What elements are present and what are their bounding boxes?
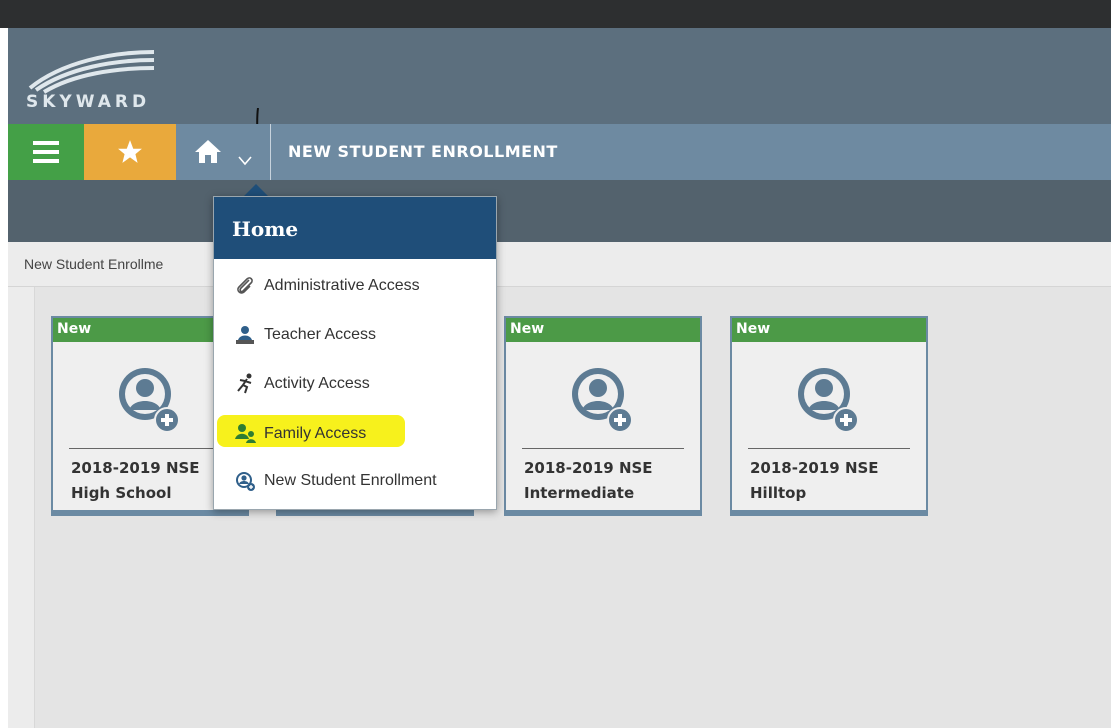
nav-bar: NEW STUDENT ENROLLMENT <box>8 124 1111 180</box>
tile-divider <box>748 448 910 449</box>
new-badge: New <box>506 318 700 342</box>
menu-item-label: Activity Access <box>264 375 370 392</box>
menu-item-family-access[interactable]: Family Access <box>234 417 366 451</box>
home-menu-button[interactable] <box>176 124 271 180</box>
left-edge <box>0 28 8 728</box>
tile-hilltop[interactable]: New 2018-2019 NSE Hilltop <box>730 316 928 516</box>
breadcrumb-bar: New Student Enrollme <box>8 242 1111 287</box>
paperclip-icon <box>234 275 264 297</box>
user-add-icon <box>572 368 633 433</box>
menu-item-teacher-access[interactable]: Teacher Access <box>234 318 376 352</box>
sub-header-bar <box>8 180 1111 242</box>
hamburger-icon <box>33 141 59 163</box>
menu-button[interactable] <box>8 124 84 180</box>
star-icon <box>118 140 142 163</box>
page-title: NEW STUDENT ENROLLMENT <box>288 142 558 161</box>
logo-text: SKYWARD <box>26 92 151 112</box>
chevron-down-icon <box>238 156 252 166</box>
app-header: SKYWARD <box>8 28 1111 156</box>
tile-label: 2018-2019 NSE High School <box>71 459 200 502</box>
favorites-button[interactable] <box>84 124 176 180</box>
window-top-strip <box>0 0 1111 28</box>
content-left-gutter <box>8 287 35 728</box>
tile-label: 2018-2019 NSE Hilltop <box>750 459 879 502</box>
home-icon <box>195 140 221 163</box>
breadcrumb[interactable]: New Student Enrollme <box>24 256 163 272</box>
skyward-swoosh-icon <box>28 50 155 94</box>
teacher-icon <box>234 324 264 346</box>
menu-item-new-student-enrollment[interactable]: New Student Enrollment <box>234 464 437 498</box>
menu-item-label: Administrative Access <box>264 277 420 294</box>
enrollment-icon <box>234 470 264 492</box>
tile-intermediate[interactable]: New 2018-2019 NSE Intermediate <box>504 316 702 516</box>
tile-label: 2018-2019 NSE Intermediate <box>524 459 653 502</box>
dropdown-header: Home <box>214 197 496 259</box>
user-add-icon <box>798 368 859 433</box>
tile-divider <box>69 448 231 449</box>
menu-item-label: Family Access <box>264 425 367 442</box>
user-add-icon <box>119 368 180 433</box>
menu-item-activity-access[interactable]: Activity Access <box>234 367 370 401</box>
tile-divider <box>522 448 684 449</box>
menu-item-administrative-access[interactable]: Administrative Access <box>234 269 420 303</box>
family-icon <box>234 423 264 445</box>
menu-item-label: New Student Enrollment <box>264 472 437 489</box>
runner-icon <box>234 373 264 395</box>
home-dropdown: Home Administrative Access Teacher Acces… <box>213 196 497 510</box>
skyward-logo[interactable]: SKYWARD <box>22 44 162 114</box>
new-badge: New <box>732 318 926 342</box>
menu-item-label: Teacher Access <box>264 326 377 343</box>
